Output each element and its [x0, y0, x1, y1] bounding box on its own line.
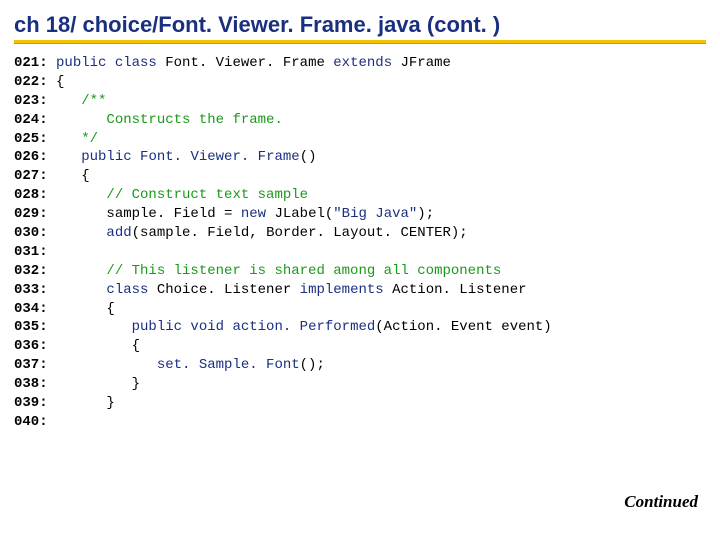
code-token	[48, 112, 107, 128]
code-token: Constructs the frame.	[106, 112, 282, 128]
code-token: public	[81, 149, 131, 165]
line-number: 036:	[14, 338, 48, 354]
code-token: public class	[56, 55, 157, 71]
code-line: 039: }	[14, 394, 706, 413]
code-token: {	[48, 338, 140, 354]
code-token: Choice. Listener	[148, 282, 299, 298]
line-number: 025:	[14, 131, 48, 147]
code-token	[48, 149, 82, 165]
code-line: 035: public void action. Performed(Actio…	[14, 318, 706, 337]
line-number: 040:	[14, 414, 48, 430]
code-line: 025: */	[14, 130, 706, 149]
code-token: // Construct text sample	[106, 187, 308, 203]
line-number: 028:	[14, 187, 48, 203]
code-token: ();	[300, 357, 325, 373]
code-line: 038: }	[14, 375, 706, 394]
line-number: 030:	[14, 225, 48, 241]
code-token: Font. Viewer. Frame	[157, 55, 333, 71]
code-line: 021: public class Font. Viewer. Frame ex…	[14, 54, 706, 73]
code-token: "Big Java"	[333, 206, 417, 222]
line-number: 024:	[14, 112, 48, 128]
line-number: 035:	[14, 319, 48, 335]
code-line: 032: // This listener is shared among al…	[14, 262, 706, 281]
code-line: 029: sample. Field = new JLabel("Big Jav…	[14, 205, 706, 224]
code-token: JFrame	[392, 55, 451, 71]
code-token: action. Performed	[232, 319, 375, 335]
line-number: 037:	[14, 357, 48, 373]
line-number: 029:	[14, 206, 48, 222]
code-line: 034: {	[14, 300, 706, 319]
code-line: 040:	[14, 413, 706, 432]
code-token: Action. Listener	[384, 282, 527, 298]
line-number: 033:	[14, 282, 48, 298]
code-token: public void	[132, 319, 224, 335]
code-token: JLabel(	[266, 206, 333, 222]
line-number: 032:	[14, 263, 48, 279]
code-token: /**	[81, 93, 106, 109]
continued-label: Continued	[624, 492, 698, 512]
code-token	[48, 131, 82, 147]
line-number: 038:	[14, 376, 48, 392]
code-line: 024: Constructs the frame.	[14, 111, 706, 130]
code-token	[48, 319, 132, 335]
code-line: 028: // Construct text sample	[14, 186, 706, 205]
line-number: 031:	[14, 244, 48, 260]
line-number: 022:	[14, 74, 48, 90]
code-token	[48, 414, 56, 430]
line-number: 026:	[14, 149, 48, 165]
code-token	[48, 187, 107, 203]
code-line: 033: class Choice. Listener implements A…	[14, 281, 706, 300]
code-token	[48, 55, 56, 71]
code-token	[132, 149, 140, 165]
code-token: new	[241, 206, 266, 222]
code-token: (sample. Field, Border. Layout. CENTER);	[132, 225, 468, 241]
code-line: 027: {	[14, 167, 706, 186]
code-token: // This listener is shared among all com…	[106, 263, 501, 279]
code-token: {	[48, 301, 115, 317]
line-number: 039:	[14, 395, 48, 411]
code-line: 023: /**	[14, 92, 706, 111]
line-number: 023:	[14, 93, 48, 109]
code-line: 030: add(sample. Field, Border. Layout. …	[14, 224, 706, 243]
page-title: ch 18/ choice/Font. Viewer. Frame. java …	[14, 12, 706, 38]
code-token: {	[48, 168, 90, 184]
title-rule	[14, 40, 706, 44]
code-token: set. Sample. Font	[157, 357, 300, 373]
line-number: 027:	[14, 168, 48, 184]
code-line: 031:	[14, 243, 706, 262]
code-line: 026: public Font. Viewer. Frame()	[14, 148, 706, 167]
code-token: );	[417, 206, 434, 222]
code-token	[48, 282, 107, 298]
code-token: implements	[300, 282, 384, 298]
code-line: 036: {	[14, 337, 706, 356]
code-block: 021: public class Font. Viewer. Frame ex…	[14, 54, 706, 432]
code-token	[48, 93, 82, 109]
code-token: ()	[300, 149, 317, 165]
code-token: {	[48, 74, 65, 90]
code-token: (Action. Event event)	[375, 319, 551, 335]
code-token: }	[48, 376, 140, 392]
code-token	[48, 263, 107, 279]
code-token: }	[48, 395, 115, 411]
line-number: 021:	[14, 55, 48, 71]
code-token: class	[106, 282, 148, 298]
code-line: 037: set. Sample. Font();	[14, 356, 706, 375]
code-token	[48, 357, 157, 373]
code-token	[48, 244, 56, 260]
line-number: 034:	[14, 301, 48, 317]
code-token: extends	[333, 55, 392, 71]
code-token	[48, 225, 107, 241]
code-token: Font. Viewer. Frame	[140, 149, 300, 165]
code-token: add	[106, 225, 131, 241]
code-line: 022: {	[14, 73, 706, 92]
code-token: */	[81, 131, 98, 147]
code-token: sample. Field =	[48, 206, 241, 222]
